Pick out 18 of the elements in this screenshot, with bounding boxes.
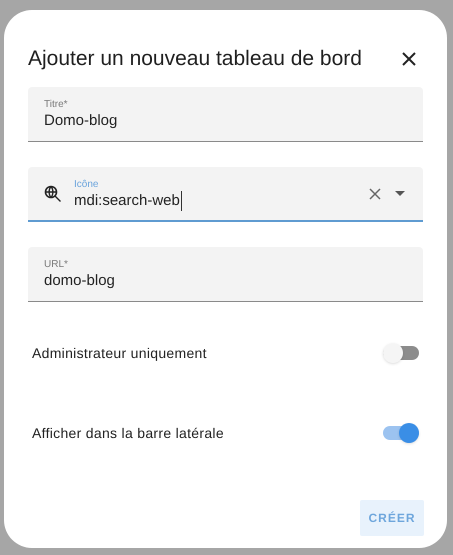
toggle-label: Administrateur uniquement	[32, 344, 207, 363]
field-value: domo-blog	[44, 271, 116, 291]
magnifier-globe-icon	[44, 184, 62, 202]
input-field[interactable]: Icône mdi:search-web	[28, 167, 423, 222]
toggle-switch[interactable]	[383, 423, 419, 443]
clear-icon[interactable]	[369, 188, 381, 200]
dropdown-caret-icon[interactable]	[395, 191, 405, 196]
close-icon[interactable]	[401, 51, 417, 67]
field-label: Titre*	[44, 99, 69, 111]
dialog-title: Ajouter un nouveau tableau de bord	[28, 46, 362, 72]
field-label: Icône	[74, 178, 100, 190]
toggle-switch[interactable]	[383, 343, 419, 363]
field-label: URL*	[44, 259, 69, 271]
toggle-label: Afficher dans la barre latérale	[32, 424, 224, 442]
input-field[interactable]: Titre* Domo-blog	[28, 87, 423, 142]
field-value: mdi:search-web	[74, 190, 182, 210]
field-value: Domo-blog	[44, 111, 118, 131]
input-field[interactable]: URL* domo-blog	[28, 247, 423, 302]
